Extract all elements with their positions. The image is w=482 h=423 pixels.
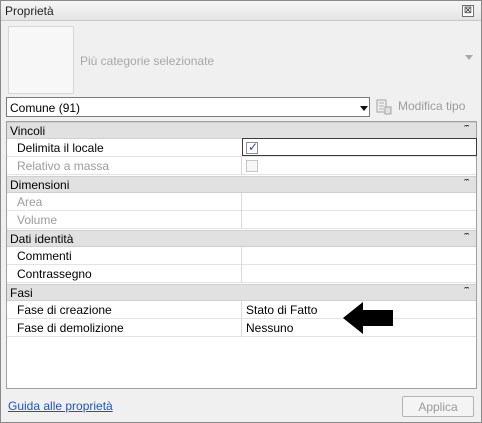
type-selector-arrow-icon[interactable] [465, 55, 473, 60]
category-label: Fasi [10, 286, 33, 300]
property-name: Delimita il locale [17, 141, 104, 155]
close-icon[interactable]: ⊠ [462, 5, 474, 17]
property-row-delimita-il-locale[interactable]: Delimita il locale ✓ [7, 138, 477, 157]
help-link[interactable]: Guida alle proprietà [8, 399, 113, 413]
edit-type-button[interactable]: Modifica tipo [375, 97, 476, 117]
property-row-fase-di-creazione[interactable]: Fase di creazione Stato di Fatto [7, 301, 476, 319]
property-row-fase-di-demolizione[interactable]: Fase di demolizione Nessuno [7, 319, 476, 337]
category-label: Dati identità [10, 232, 74, 246]
property-row-commenti[interactable]: Commenti [7, 247, 476, 265]
property-name: Area [17, 195, 43, 209]
chevron-down-icon[interactable] [360, 106, 368, 111]
property-name: Contrassegno [17, 267, 92, 281]
property-name: Relativo a massa [17, 159, 110, 173]
column-divider [241, 211, 242, 229]
property-row-relativo-a-massa: Relativo a massa [7, 157, 476, 175]
checkbox-delimita-il-locale[interactable]: ✓ [246, 140, 259, 154]
collapse-icon[interactable]: ˆˆ [464, 124, 469, 134]
column-divider [241, 301, 242, 319]
apply-label: Applica [418, 400, 458, 414]
category-label: Dimensioni [10, 178, 70, 192]
window-title: Proprietà [5, 4, 54, 18]
property-name: Volume [17, 213, 58, 227]
column-divider [241, 247, 242, 265]
property-name: Commenti [17, 249, 72, 263]
property-grid: Vincoli ˆˆ Delimita il locale ✓ Relativo… [6, 121, 477, 389]
apply-button[interactable]: Applica [402, 396, 474, 417]
column-divider [241, 193, 242, 211]
property-value[interactable]: Stato di Fatto [246, 303, 317, 317]
category-dati-identita[interactable]: Dati identità ˆˆ [7, 230, 476, 247]
type-selector-label[interactable]: Più categorie selezionate [80, 54, 214, 68]
property-value[interactable]: Nessuno [246, 321, 293, 335]
checkbox-relativo-a-massa [246, 160, 258, 172]
collapse-icon[interactable]: ˆˆ [464, 232, 469, 242]
black-arrow-left-icon [343, 302, 393, 334]
column-divider [241, 157, 242, 175]
check-icon: ✓ [248, 140, 259, 154]
properties-palette: Proprietà ⊠ Più categorie selezionate Co… [0, 0, 482, 423]
collapse-icon[interactable]: ˆˆ [464, 178, 469, 188]
collapse-icon[interactable]: ˆˆ [464, 286, 469, 296]
edit-type-label: Modifica tipo [398, 99, 466, 113]
column-divider [241, 265, 242, 283]
filter-value: Comune (91) [10, 101, 81, 115]
category-label: Vincoli [10, 124, 46, 138]
category-fasi[interactable]: Fasi ˆˆ [7, 284, 476, 301]
column-divider [241, 319, 242, 337]
property-row-contrassegno[interactable]: Contrassegno [7, 265, 476, 283]
title-bar[interactable]: Proprietà ⊠ [1, 1, 481, 21]
edit-type-icon [376, 99, 392, 115]
property-row-volume: Volume [7, 211, 476, 229]
property-name: Fase di demolizione [17, 321, 124, 335]
property-name: Fase di creazione [17, 303, 112, 317]
property-value-editor[interactable] [242, 138, 477, 156]
category-dimensioni[interactable]: Dimensioni ˆˆ [7, 176, 476, 193]
filter-dropdown[interactable]: Comune (91) [6, 97, 370, 117]
category-vincoli[interactable]: Vincoli ˆˆ [7, 122, 476, 139]
property-row-area: Area [7, 193, 476, 211]
type-thumbnail[interactable] [8, 26, 74, 94]
